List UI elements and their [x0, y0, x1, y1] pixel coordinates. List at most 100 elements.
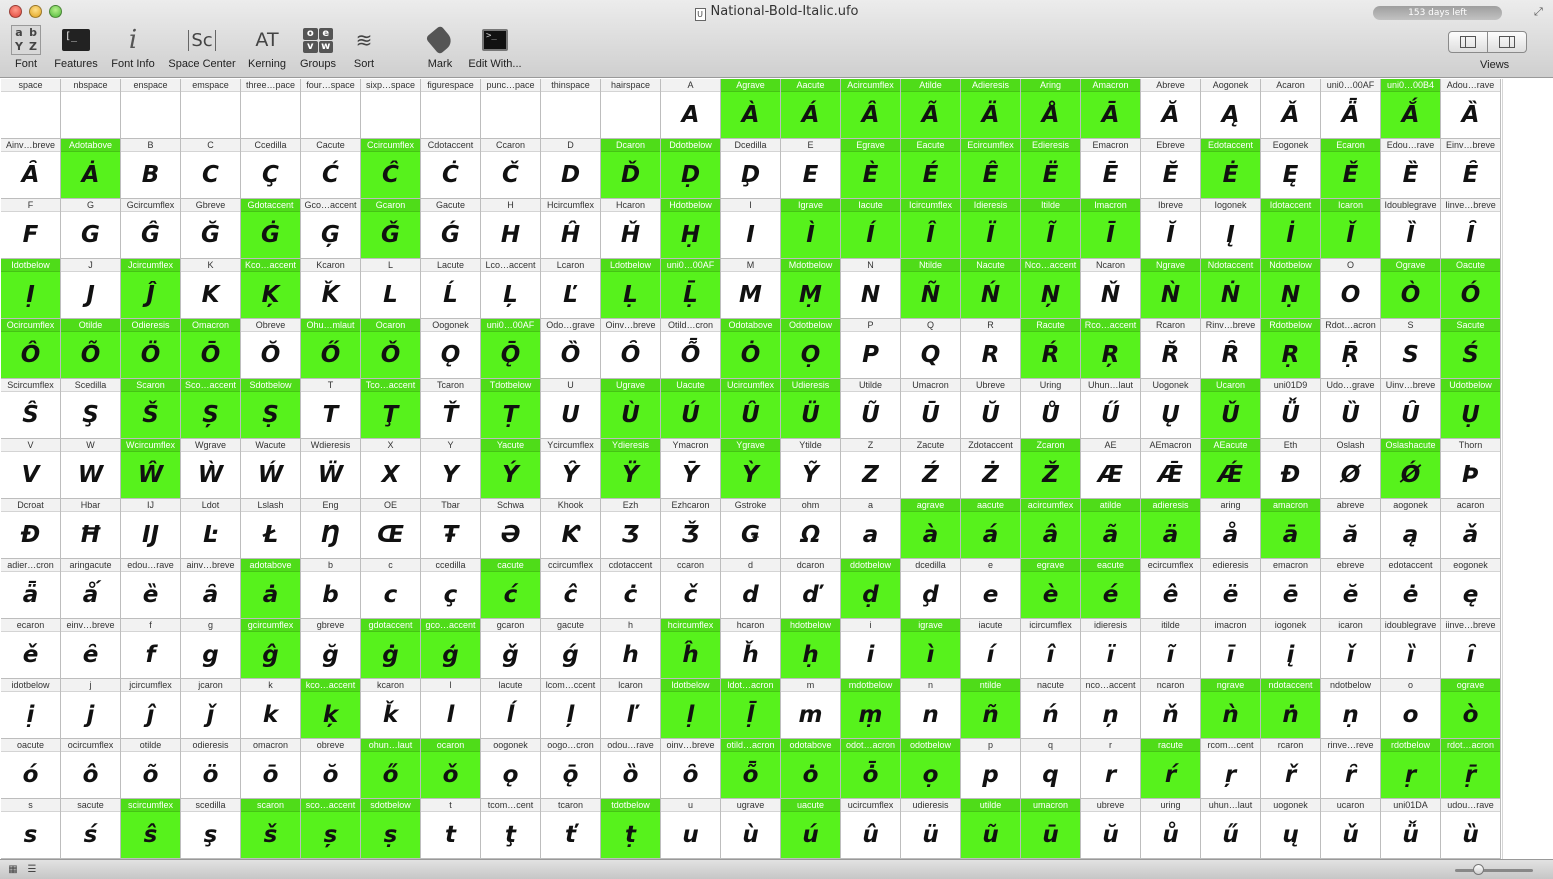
glyph-cell[interactable]: Otild…cron Ȭ [661, 319, 721, 379]
glyph-cell[interactable]: OE Œ [361, 499, 421, 559]
glyph-cell[interactable]: Ycircumflex Ŷ [541, 439, 601, 499]
glyph-cell[interactable]: odotbelow ọ [901, 739, 961, 799]
glyph-cell[interactable]: hcaron ȟ [721, 619, 781, 679]
glyph-cell[interactable]: Lco…accent Ļ [481, 259, 541, 319]
glyph-cell[interactable]: iinve…breve ȋ [1441, 619, 1501, 679]
glyph-cell[interactable]: Igrave Ì [781, 199, 841, 259]
glyph-cell[interactable]: scaron š [241, 799, 301, 859]
glyph-cell[interactable]: Uogonek Ų [1141, 379, 1201, 439]
glyph-cell[interactable]: jcaron ǰ [181, 679, 241, 739]
glyph-cell[interactable]: IJ IJ [121, 499, 181, 559]
glyph-cell[interactable]: otild…acron ȭ [721, 739, 781, 799]
glyph-cell[interactable]: Idotaccent İ [1261, 199, 1321, 259]
toolbar-edit-with-button[interactable]: >_ Edit With... [464, 24, 526, 70]
glyph-cell[interactable]: hh [601, 619, 661, 679]
glyph-cell[interactable]: YY [421, 439, 481, 499]
glyph-cell[interactable]: Wcircumflex Ŵ [121, 439, 181, 499]
toolbar-groups-button[interactable]: oevw Groups [296, 24, 340, 70]
glyph-cell[interactable]: Ohu…mlaut Ő [301, 319, 361, 379]
glyph-cell[interactable]: Aring Å [1021, 79, 1081, 139]
glyph-cell[interactable]: ldot…acron ḹ [721, 679, 781, 739]
glyph-cell[interactable]: aring å [1201, 499, 1261, 559]
glyph-cell[interactable]: lcom…ccent ļ [541, 679, 601, 739]
glyph-cell[interactable]: Khook Ƙ [541, 499, 601, 559]
glyph-cell[interactable]: Oinv…breve Ȏ [601, 319, 661, 379]
glyph-cell[interactable]: adieresis ä [1141, 499, 1201, 559]
glyph-cell[interactable]: Ebreve Ĕ [1141, 139, 1201, 199]
glyph-cell[interactable]: edou…rave ȅ [121, 559, 181, 619]
glyph-cell[interactable]: Ygrave Ỳ [721, 439, 781, 499]
glyph-cell[interactable]: Ugrave Ù [601, 379, 661, 439]
glyph-cell[interactable]: four…space [301, 79, 361, 139]
glyph-cell[interactable]: Ntilde Ñ [901, 259, 961, 319]
glyph-cell[interactable]: omacron ō [241, 739, 301, 799]
glyph-cell[interactable]: aringacute ǻ [61, 559, 121, 619]
glyph-cell[interactable]: Omacron Ō [181, 319, 241, 379]
toolbar-features-button[interactable]: [_ Features [52, 24, 100, 70]
glyph-cell[interactable]: udou…rave ȕ [1441, 799, 1501, 859]
glyph-cell[interactable]: utilde ũ [961, 799, 1021, 859]
glyph-cell[interactable]: scircumflex ŝ [121, 799, 181, 859]
glyph-cell[interactable]: hcircumflex ĥ [661, 619, 721, 679]
glyph-cell[interactable]: acircumflex â [1021, 499, 1081, 559]
glyph-cell[interactable]: emspace [181, 79, 241, 139]
glyph-cell[interactable]: three…pace [241, 79, 301, 139]
glyph-cell[interactable]: Hbar Ħ [61, 499, 121, 559]
glyph-cell[interactable]: sco…accent ș [301, 799, 361, 859]
glyph-cell[interactable]: DD [541, 139, 601, 199]
glyph-cell[interactable]: ccircumflex ĉ [541, 559, 601, 619]
glyph-cell[interactable]: Ccedilla Ç [241, 139, 301, 199]
glyph-cell[interactable]: uni0…00AF Ǟ [1321, 79, 1381, 139]
glyph-cell[interactable]: Ldot Ŀ [181, 499, 241, 559]
glyph-cell[interactable]: idoublegrave ȉ [1381, 619, 1441, 679]
glyph-cell[interactable]: ecaron ě [1, 619, 61, 679]
glyph-cell[interactable]: AEmacron Ǣ [1141, 439, 1201, 499]
glyph-cell[interactable]: Racute Ŕ [1021, 319, 1081, 379]
glyph-cell[interactable]: Obreve Ŏ [241, 319, 301, 379]
glyph-cell[interactable]: AEacute Ǽ [1201, 439, 1261, 499]
glyph-cell[interactable]: gco…accent ģ [421, 619, 481, 679]
list-view-icon[interactable]: ☰ [26, 864, 38, 875]
glyph-cell[interactable]: aacute á [961, 499, 1021, 559]
glyph-cell[interactable]: AE Æ [1081, 439, 1141, 499]
zoom-slider-track[interactable] [1455, 869, 1533, 872]
glyph-cell[interactable]: Hdotbelow Ḥ [661, 199, 721, 259]
glyph-cell[interactable]: Idotbelow Ị [1, 259, 61, 319]
glyph-cell[interactable]: Wacute Ẃ [241, 439, 301, 499]
glyph-cell[interactable]: ccedilla ç [421, 559, 481, 619]
glyph-cell[interactable]: Cacute Ć [301, 139, 361, 199]
glyph-cell[interactable]: ucircumflex û [841, 799, 901, 859]
glyph-cell[interactable]: Iinve…breve Ȋ [1441, 199, 1501, 259]
glyph-cell[interactable]: ee [961, 559, 1021, 619]
glyph-cell[interactable]: kcaron ǩ [361, 679, 421, 739]
glyph-cell[interactable]: XX [361, 439, 421, 499]
glyph-cell[interactable]: Ucaron Ǔ [1201, 379, 1261, 439]
glyph-cell[interactable]: Ccaron Č [481, 139, 541, 199]
glyph-cell[interactable]: Gco…accent Ģ [301, 199, 361, 259]
glyph-cell[interactable]: cdotaccent ċ [601, 559, 661, 619]
glyph-cell[interactable]: lcaron ľ [601, 679, 661, 739]
glyph-cell[interactable]: atilde ã [1081, 499, 1141, 559]
glyph-cell[interactable]: Sco…accent Ș [181, 379, 241, 439]
glyph-cell[interactable]: Ncaron Ň [1081, 259, 1141, 319]
glyph-cell[interactable]: eogonek ę [1441, 559, 1501, 619]
glyph-cell[interactable]: dd [721, 559, 781, 619]
glyph-cell[interactable]: Rdotbelow Ṛ [1261, 319, 1321, 379]
glyph-cell[interactable]: Uinv…breve Ȗ [1381, 379, 1441, 439]
toolbar-sort-button[interactable]: ≋ Sort [346, 24, 382, 70]
glyph-cell[interactable]: ecircumflex ê [1141, 559, 1201, 619]
glyph-cell[interactable]: odot…acron ȱ [841, 739, 901, 799]
glyph-cell[interactable]: edieresis ë [1201, 559, 1261, 619]
glyph-cell[interactable]: Icircumflex Î [901, 199, 961, 259]
glyph-cell[interactable]: Gacute Ǵ [421, 199, 481, 259]
glyph-cell[interactable]: Ndotbelow Ṇ [1261, 259, 1321, 319]
glyph-cell[interactable]: eacute é [1081, 559, 1141, 619]
glyph-cell[interactable]: uring ů [1141, 799, 1201, 859]
glyph-cell[interactable]: Adieresis Ä [961, 79, 1021, 139]
glyph-cell[interactable]: Agrave À [721, 79, 781, 139]
glyph-cell[interactable]: otilde õ [121, 739, 181, 799]
glyph-cell[interactable]: Kco…accent Ķ [241, 259, 301, 319]
glyph-cell[interactable]: Umacron Ū [901, 379, 961, 439]
glyph-cell[interactable]: Ymacron Ȳ [661, 439, 721, 499]
glyph-cell[interactable]: uni0…00B4 Ắ [1381, 79, 1441, 139]
